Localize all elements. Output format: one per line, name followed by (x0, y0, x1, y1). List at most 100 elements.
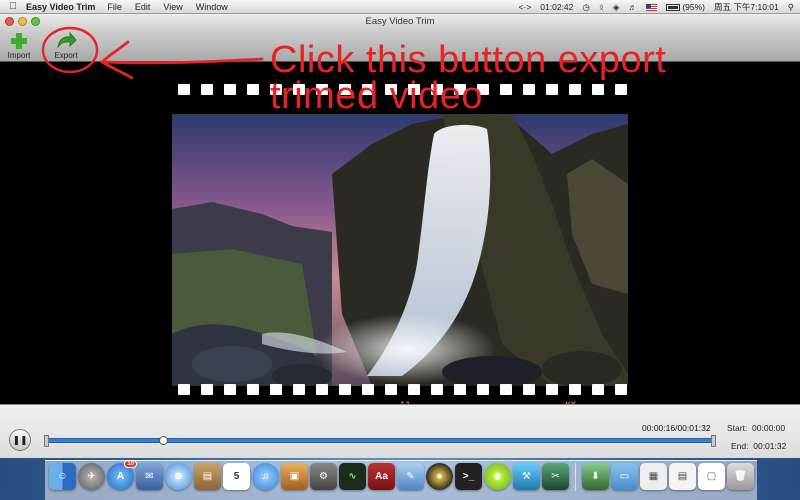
film-sprocket-hole (546, 384, 558, 395)
film-sprocket-hole (500, 384, 512, 395)
film-sprocket-hole (247, 84, 259, 95)
evernote-icon[interactable]: ◉ (484, 463, 511, 490)
film-sprocket-hole (408, 384, 420, 395)
film-sprocket-hole (385, 384, 397, 395)
spotlight-search-icon[interactable]: ⚲ (788, 2, 794, 13)
mail-icon[interactable]: ✉ (136, 463, 163, 490)
film-sprocket-hole (454, 384, 466, 395)
trim-end-handle[interactable] (711, 435, 716, 447)
annotation-text: Click this button export trimed video (270, 41, 790, 117)
timeline-track[interactable] (44, 435, 716, 447)
activity-monitor-icon[interactable]: ∿ (339, 463, 366, 490)
bluetooth-icon[interactable]: ᛟ (599, 2, 604, 12)
film-sprocket-hole (201, 84, 213, 95)
safari-icon[interactable]: ⊕ (165, 463, 192, 490)
export-label: Export (54, 51, 78, 60)
xcode-icon[interactable]: ⚒ (513, 463, 540, 490)
battery-percent: (95%) (682, 2, 706, 12)
film-sprocket-hole (293, 384, 305, 395)
pause-button[interactable]: ❚❚ (9, 429, 31, 451)
menu-bar:  Easy Video Trim File Edit View Window … (0, 0, 800, 14)
web-pages-stack-icon[interactable]: ▤ (669, 463, 696, 490)
preview-icon[interactable]: ✎ (397, 463, 424, 490)
film-sprocket-hole (224, 84, 236, 95)
window-titlebar[interactable]: Easy Video Trim (0, 14, 800, 30)
system-preferences-icon[interactable]: ⚙ (310, 463, 337, 490)
launchpad-rocket-icon[interactable]: ✈ (78, 463, 105, 490)
film-sprocket-hole (178, 84, 190, 95)
contacts-icon[interactable]: ▤ (194, 463, 221, 490)
film-sprocket-hole (615, 384, 627, 395)
utilities-icon[interactable]: ✂ (542, 463, 569, 490)
time-machine-icon[interactable]: ◷ (582, 2, 589, 13)
film-sprocket-hole (431, 384, 443, 395)
export-arrow-icon (50, 31, 82, 51)
film-sprocket-hole (339, 384, 351, 395)
menu-window[interactable]: Window (196, 2, 228, 12)
film-sprocket-hole (523, 384, 535, 395)
dock: ☺ ✈ A 10 ✉ ⊕ ▤ 5 ♫ ▣ ⚙ ∿ Aa ✎ ● >_ ◉ ⚒ ✂ … (45, 460, 757, 500)
calendar-icon[interactable]: 5 (223, 463, 250, 490)
start-time-label: Start: (727, 423, 748, 433)
dictionary-icon[interactable]: Aa (368, 463, 395, 490)
film-sprocket-hole (201, 384, 213, 395)
finder-icon[interactable]: ☺ (49, 463, 76, 490)
terminal-icon[interactable]: >_ (455, 463, 482, 490)
plus-icon (3, 31, 35, 51)
itunes-icon[interactable]: ♫ (252, 463, 279, 490)
film-sprocket-hole (362, 384, 374, 395)
video-frame (172, 114, 628, 386)
network-activity-icon[interactable]: <·> (519, 2, 532, 12)
battery-status[interactable]: (95%) (665, 2, 706, 12)
volume-icon[interactable]: ♬ (628, 2, 637, 12)
menu-clock[interactable]: 周五 下午7:10:01 (714, 1, 779, 13)
window-title: Easy Video Trim (365, 16, 435, 27)
trash-icon[interactable]: 🗑 (727, 463, 754, 490)
film-sprocket-hole (316, 384, 328, 395)
playback-controls: ❚❚ 00:00:16/00:01:32 Start: 00:00:00 End… (0, 404, 800, 458)
start-time-value: 00:00:00 (752, 423, 786, 433)
status-area: <·> 01:02:42 ◷ ᛟ ◈ ♬ (95%) 周五 下午7:10:01 … (519, 0, 794, 14)
waterfall-image (172, 114, 628, 386)
end-time-label: End: (731, 441, 749, 451)
film-sprocket-hole (224, 384, 236, 395)
documents-stack-icon[interactable]: ▦ (640, 463, 667, 490)
iphoto-icon[interactable]: ▣ (281, 463, 308, 490)
film-sprocket-hole (247, 384, 259, 395)
film-sprocket-hole (178, 384, 190, 395)
film-sprocket-hole (569, 384, 581, 395)
export-button[interactable]: Export (50, 31, 82, 60)
qq-penguin-icon[interactable]: ● (426, 463, 453, 490)
menu-view[interactable]: View (163, 2, 182, 12)
pause-icon: ❚❚ (12, 434, 28, 445)
apple-icon[interactable]:  (0, 1, 26, 12)
end-time: End: 00:01:32 (731, 441, 786, 451)
sprocket-row-bottom (178, 384, 627, 395)
menu-app-name[interactable]: Easy Video Trim (26, 2, 95, 12)
wifi-icon[interactable]: ◈ (613, 2, 620, 13)
import-button[interactable]: Import (3, 31, 35, 60)
screenshots-stack-icon[interactable]: ▢ (698, 463, 725, 490)
folder-icon[interactable]: ▭ (611, 463, 638, 490)
dock-icons: ☺ ✈ A 10 ✉ ⊕ ▤ 5 ♫ ▣ ⚙ ∿ Aa ✎ ● >_ ◉ ⚒ ✂ … (49, 460, 754, 491)
battery-icon (665, 4, 680, 12)
end-time-value: 00:01:32 (753, 441, 787, 451)
annotation-line-2: trimed video (270, 75, 483, 117)
window-controls (5, 17, 40, 26)
downloads-stack-icon[interactable]: ⬇ (582, 463, 609, 490)
zoom-window-button[interactable] (31, 17, 40, 26)
app-store-icon[interactable]: A 10 (107, 460, 137, 490)
menu-edit[interactable]: Edit (135, 2, 151, 12)
trim-start-handle[interactable] (44, 435, 49, 447)
film-sprocket-hole (592, 384, 604, 395)
network-time: 01:02:42 (540, 2, 574, 12)
menu-file[interactable]: File (107, 2, 122, 12)
playhead[interactable] (158, 436, 168, 445)
input-source-flag-icon[interactable] (645, 3, 657, 11)
close-window-button[interactable] (5, 17, 14, 26)
minimize-window-button[interactable] (18, 17, 27, 26)
film-sprocket-hole (477, 384, 489, 395)
film-sprocket-hole (270, 384, 282, 395)
time-readout: 00:00:16/00:01:32 (642, 423, 711, 433)
import-label: Import (7, 51, 31, 60)
